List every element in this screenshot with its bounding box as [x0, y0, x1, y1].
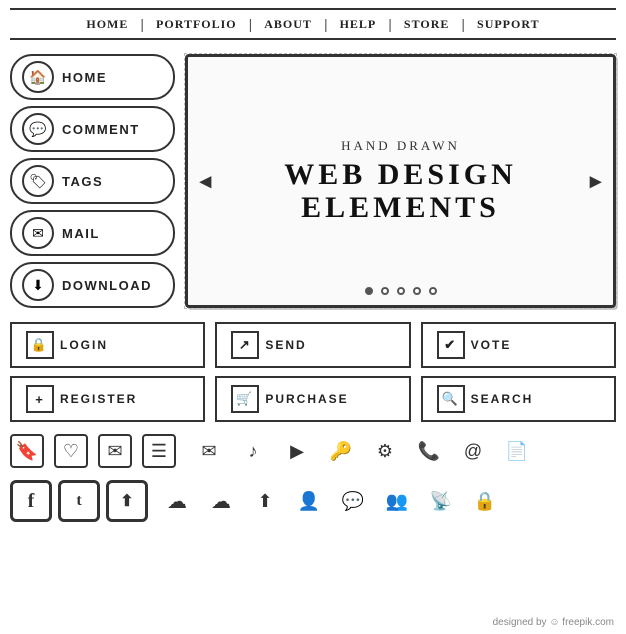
at-icon[interactable]: @: [456, 434, 490, 468]
icons-section: 🔖 ♡ ✉ ☰ ✉ ♪ ▶ 🔑 ⚙ 📞 @ 📄 f t ⬆ ☁ ☁ ⬆: [0, 430, 626, 526]
play-icon[interactable]: ▶: [280, 434, 314, 468]
nav-support[interactable]: SUPPORT: [465, 17, 552, 32]
twitter-icon[interactable]: t: [58, 480, 100, 522]
lock-icon: 🔒: [26, 331, 54, 359]
comment-icon: 💬: [22, 113, 54, 145]
sidebar-item-home[interactable]: 🏠 HOME: [10, 54, 175, 100]
sidebar-item-mail[interactable]: ✉ MAIL: [10, 210, 175, 256]
buttons-section: 🔒 LOGIN ↗ SEND ✔ VOTE + REGISTER 🛒 PURCH…: [0, 314, 626, 430]
button-row-2: + REGISTER 🛒 PURCHASE 🔍 SEARCH: [10, 376, 616, 422]
dot-4[interactable]: [413, 287, 421, 295]
vote-button[interactable]: ✔ VOTE: [421, 322, 616, 368]
footer-text: designed by ☺ freepik.com: [493, 617, 614, 628]
hero-subtitle: HAND DRAWN: [341, 138, 460, 154]
hero-title-line2: ELEMENTS: [284, 191, 517, 224]
bookmark-icon[interactable]: 🔖: [10, 434, 44, 468]
home-icon: 🏠: [22, 61, 54, 93]
sidebar-item-tags[interactable]: 🏷 TAGS: [10, 158, 175, 204]
send-label: SEND: [265, 338, 306, 352]
cloud-upload-icon[interactable]: ⬆: [248, 484, 282, 518]
nav-about[interactable]: ABOUT: [252, 17, 324, 32]
slider-arrow-right[interactable]: ▸: [590, 168, 601, 194]
checkmark-icon: ✔: [437, 331, 465, 359]
mail-icon: ✉: [22, 217, 54, 249]
search-label: SEARCH: [471, 392, 534, 406]
music-icon[interactable]: ♪: [236, 434, 270, 468]
nav-store[interactable]: STORE: [392, 17, 461, 32]
sidebar-item-download[interactable]: ⬇ DOWNLOAD: [10, 262, 175, 308]
vote-label: VOTE: [471, 338, 512, 352]
person-icon[interactable]: 👤: [292, 484, 326, 518]
send-button[interactable]: ↗ SEND: [215, 322, 410, 368]
purchase-button[interactable]: 🛒 PURCHASE: [215, 376, 410, 422]
nav-home[interactable]: HOME: [74, 17, 140, 32]
send-icon: ↗: [231, 331, 259, 359]
slider-dots: [365, 287, 437, 295]
hero-title-line1: WEB DESIGN: [284, 158, 517, 191]
dot-5[interactable]: [429, 287, 437, 295]
dot-3[interactable]: [397, 287, 405, 295]
gear-icon[interactable]: ⚙: [368, 434, 402, 468]
key-icon[interactable]: 🔑: [324, 434, 358, 468]
sidebar-label-download: DOWNLOAD: [62, 278, 152, 293]
heart-icon[interactable]: ♡: [54, 434, 88, 468]
nav-portfolio[interactable]: PORTFOLIO: [144, 17, 249, 32]
share-icon[interactable]: ⬆: [106, 480, 148, 522]
tags-icon: 🏷: [22, 165, 54, 197]
cloud2-icon[interactable]: ☁: [204, 484, 238, 518]
nav-help[interactable]: HELP: [328, 17, 389, 32]
login-button[interactable]: 🔒 LOGIN: [10, 322, 205, 368]
document-icon[interactable]: 📄: [500, 434, 534, 468]
slider-arrow-left[interactable]: ◂: [200, 168, 211, 194]
download-icon: ⬇: [22, 269, 54, 301]
cart-icon: 🛒: [231, 385, 259, 413]
main-area: 🏠 HOME 💬 COMMENT 🏷 TAGS ✉ MAIL ⬇ DOWNLOA…: [0, 48, 626, 314]
register-label: REGISTER: [60, 392, 137, 406]
sidebar-label-mail: MAIL: [62, 226, 100, 241]
sidebar: 🏠 HOME 💬 COMMENT 🏷 TAGS ✉ MAIL ⬇ DOWNLOA…: [10, 54, 175, 308]
chat-icon[interactable]: 💬: [336, 484, 370, 518]
dot-1[interactable]: [365, 287, 373, 295]
envelope-icon[interactable]: ✉: [98, 434, 132, 468]
social-icons: f t ⬆: [10, 480, 148, 522]
sidebar-label-tags: TAGS: [62, 174, 103, 189]
rss-icon[interactable]: 📡: [424, 484, 458, 518]
dot-2[interactable]: [381, 287, 389, 295]
facebook-icon[interactable]: f: [10, 480, 52, 522]
mail2-icon[interactable]: ✉: [192, 434, 226, 468]
menu-icon[interactable]: ☰: [142, 434, 176, 468]
hero-title: WEB DESIGN ELEMENTS: [284, 158, 517, 224]
phone-icon[interactable]: 📞: [412, 434, 446, 468]
cloud-icon-row: ☁ ☁ ⬆ 👤 💬 👥 📡 🔒: [160, 484, 502, 518]
sidebar-label-home: HOME: [62, 70, 107, 85]
search-icon: 🔍: [437, 385, 465, 413]
medium-icon-row: ✉ ♪ ▶ 🔑 ⚙ 📞 @ 📄: [192, 434, 534, 468]
register-button[interactable]: + REGISTER: [10, 376, 205, 422]
top-navigation: HOME | PORTFOLIO | ABOUT | HELP | STORE …: [10, 8, 616, 40]
search-button[interactable]: 🔍 SEARCH: [421, 376, 616, 422]
button-row-1: 🔒 LOGIN ↗ SEND ✔ VOTE: [10, 322, 616, 368]
plus-icon: +: [26, 385, 54, 413]
small-icon-row: 🔖 ♡ ✉ ☰: [10, 434, 176, 468]
sidebar-item-comment[interactable]: 💬 COMMENT: [10, 106, 175, 152]
purchase-label: PURCHASE: [265, 392, 348, 406]
hero-slider: ◂ HAND DRAWN WEB DESIGN ELEMENTS ▸: [185, 54, 616, 308]
padlock-icon[interactable]: 🔒: [468, 484, 502, 518]
sidebar-label-comment: COMMENT: [62, 122, 140, 137]
group-icon[interactable]: 👥: [380, 484, 414, 518]
cloud1-icon[interactable]: ☁: [160, 484, 194, 518]
login-label: LOGIN: [60, 338, 108, 352]
footer: designed by ☺ freepik.com: [493, 617, 614, 628]
